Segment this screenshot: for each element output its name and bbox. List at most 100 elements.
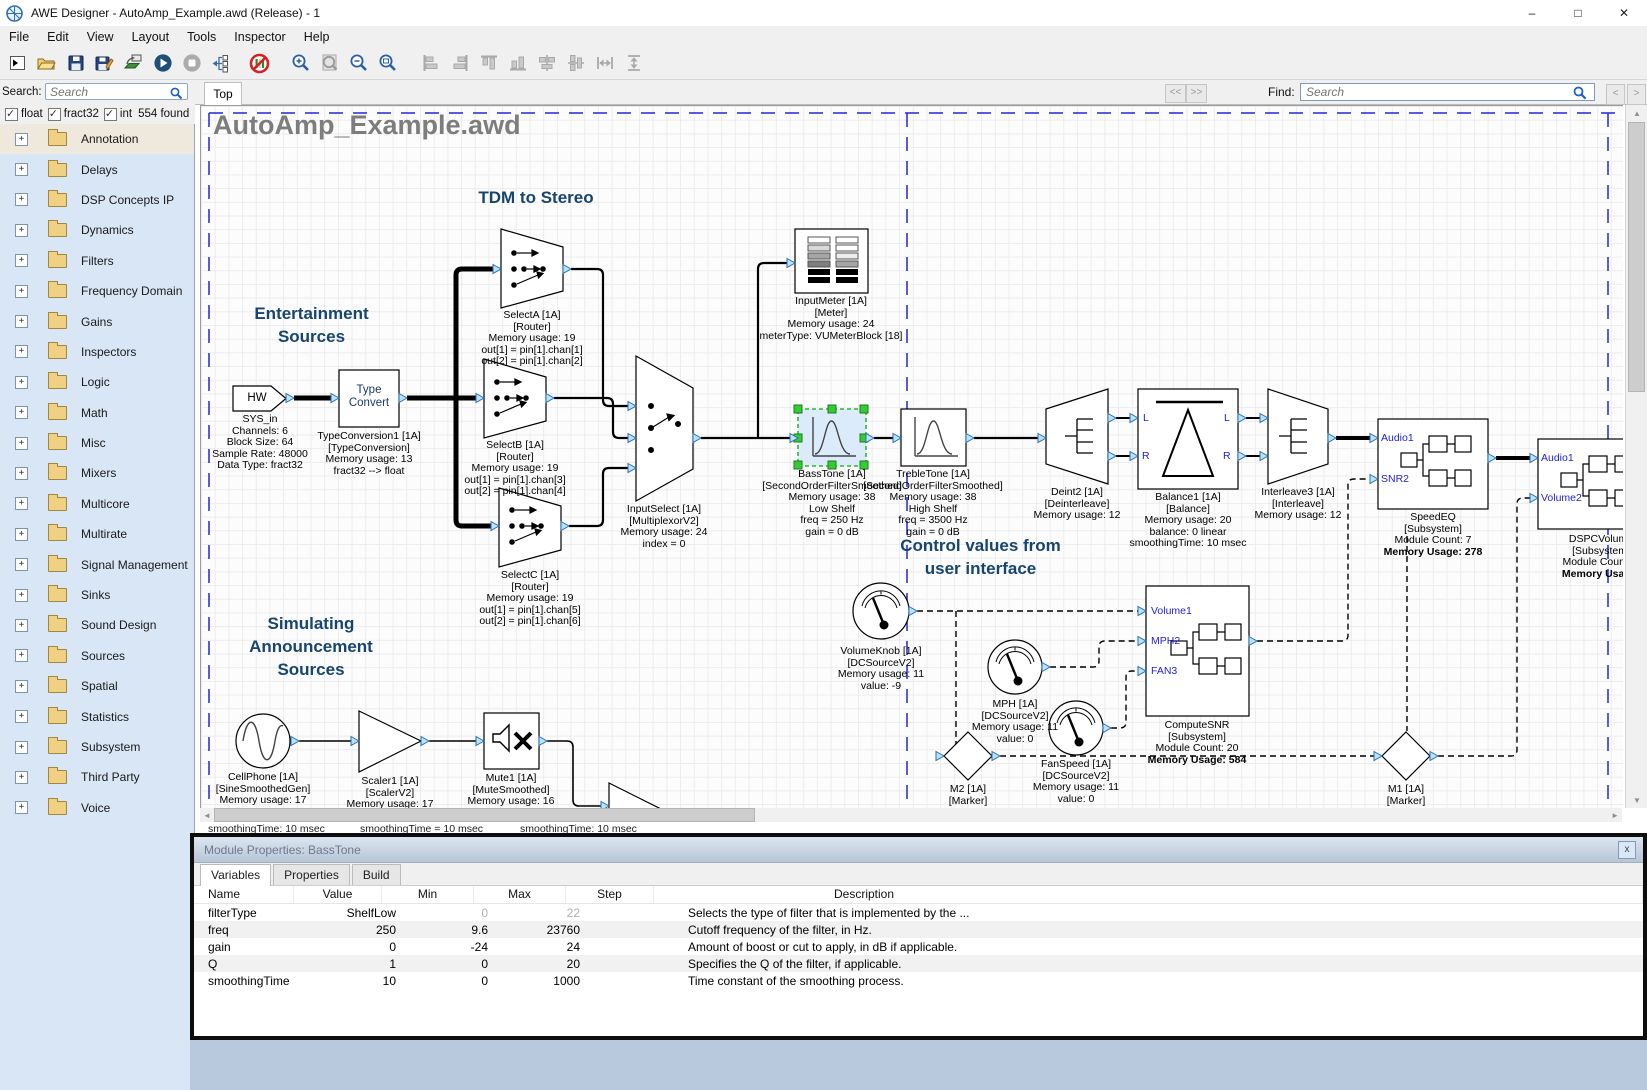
expand-icon[interactable]: + (15, 437, 28, 450)
sidebar-item-frequency-domain[interactable]: +Frequency Domain (0, 276, 194, 306)
sidebar-item-multirate[interactable]: +Multirate (0, 519, 194, 549)
menu-edit[interactable]: Edit (38, 30, 78, 44)
align-left-button[interactable] (417, 50, 444, 77)
sidebar-item-statistics[interactable]: +Statistics (0, 701, 194, 731)
value-cell[interactable]: 250 (308, 923, 396, 937)
menu-file[interactable]: File (0, 30, 38, 44)
expand-icon[interactable]: + (15, 558, 28, 571)
expand-icon[interactable]: + (15, 467, 28, 480)
sidebar-item-sound-design[interactable]: +Sound Design (0, 610, 194, 640)
expand-icon[interactable]: + (15, 528, 28, 541)
sidebar-item-third-party[interactable]: +Third Party (0, 762, 194, 792)
table-row[interactable]: Q 1 0 20 Specifies the Q of the filter, … (194, 955, 1643, 972)
menu-help[interactable]: Help (295, 30, 339, 44)
new-schematic-button[interactable] (4, 50, 31, 77)
expand-icon[interactable]: + (15, 133, 28, 146)
int-checkbox[interactable] (104, 108, 117, 121)
menu-tools[interactable]: Tools (178, 30, 225, 44)
block-m1-marker[interactable] (1382, 732, 1430, 780)
align-bottom-button[interactable] (504, 50, 531, 77)
block-selectc[interactable] (499, 488, 561, 567)
float-checkbox[interactable] (5, 108, 18, 121)
sidebar-item-delays[interactable]: +Delays (0, 154, 194, 184)
canvas-horizontal-scrollbar[interactable]: ◄ ► (200, 808, 1622, 822)
expand-icon[interactable]: + (15, 771, 28, 784)
vscroll-thumb[interactable] (1628, 122, 1645, 392)
find-next-button[interactable]: >> (1186, 84, 1207, 103)
zoom-window-button[interactable] (374, 50, 401, 77)
space-vertical-button[interactable] (620, 50, 647, 77)
sidebar-item-subsystem[interactable]: +Subsystem (0, 732, 194, 762)
sidebar-item-logic[interactable]: +Logic (0, 367, 194, 397)
block-basstone-selected[interactable] (794, 405, 868, 469)
table-row[interactable]: gain 0 -24 24 Amount of boost or cut to … (194, 938, 1643, 955)
panel-title-bar[interactable]: Module Properties: BassTone x (194, 837, 1643, 863)
find-input[interactable] (1300, 83, 1595, 101)
expand-icon[interactable]: + (15, 163, 28, 176)
halt-audio-button[interactable] (246, 50, 273, 77)
sidebar-item-dynamics[interactable]: +Dynamics (0, 215, 194, 245)
sidebar-item-math[interactable]: +Math (0, 398, 194, 428)
block-scaler2-clipped[interactable] (609, 783, 669, 809)
expand-icon[interactable]: + (15, 680, 28, 693)
table-row[interactable]: filterType ShelfLow 0 22 Selects the typ… (194, 904, 1643, 921)
expand-icon[interactable]: + (15, 741, 28, 754)
expand-icon[interactable]: + (15, 376, 28, 389)
menu-layout[interactable]: Layout (123, 30, 179, 44)
sidebar-item-spatial[interactable]: +Spatial (0, 671, 194, 701)
value-cell[interactable]: 10 (308, 974, 396, 988)
sidebar-item-dsp-concepts-ip[interactable]: +DSP Concepts IP (0, 185, 194, 215)
expand-icon[interactable]: + (15, 345, 28, 358)
expand-icon[interactable]: + (15, 710, 28, 723)
play-button[interactable] (149, 50, 176, 77)
sidebar-item-annotation[interactable]: +Annotation (0, 124, 194, 154)
expand-icon[interactable]: + (15, 193, 28, 206)
align-right-button[interactable] (446, 50, 473, 77)
nav-forward-button[interactable]: > (1627, 84, 1646, 105)
sidebar-item-misc[interactable]: +Misc (0, 428, 194, 458)
tab-variables[interactable]: Variables (200, 864, 271, 886)
sidebar-item-inspectors[interactable]: +Inspectors (0, 337, 194, 367)
align-center-h-button[interactable] (533, 50, 560, 77)
tab-properties[interactable]: Properties (273, 864, 350, 885)
build-run-button[interactable] (120, 50, 147, 77)
block-inputselect[interactable] (636, 356, 693, 501)
align-top-button[interactable] (475, 50, 502, 77)
sidebar-item-signal-management[interactable]: +Signal Management (0, 549, 194, 579)
sidebar-item-voice[interactable]: +Voice (0, 793, 194, 823)
expand-icon[interactable]: + (15, 224, 28, 237)
open-button[interactable] (33, 50, 60, 77)
sidebar-item-filters[interactable]: +Filters (0, 246, 194, 276)
expand-icon[interactable]: + (15, 497, 28, 510)
hscroll-thumb[interactable] (214, 808, 755, 822)
tab-top[interactable]: Top (204, 82, 242, 106)
expand-icon[interactable]: + (15, 285, 28, 298)
sidebar-item-mixers[interactable]: +Mixers (0, 458, 194, 488)
fract32-checkbox[interactable] (48, 108, 61, 121)
expand-icon[interactable]: + (15, 406, 28, 419)
expand-icon[interactable]: + (15, 589, 28, 602)
propagate-changes-button[interactable] (207, 50, 234, 77)
block-mute1[interactable] (484, 713, 539, 769)
block-cellphone[interactable] (236, 714, 290, 768)
scroll-left-icon[interactable]: ◄ (203, 811, 211, 820)
expand-icon[interactable]: + (15, 801, 28, 814)
expand-icon[interactable]: + (15, 315, 28, 328)
tab-build[interactable]: Build (352, 864, 401, 885)
zoom-in-button[interactable] (287, 50, 314, 77)
maximize-button[interactable]: □ (1555, 0, 1601, 26)
expand-icon[interactable]: + (15, 619, 28, 632)
sidebar-item-gains[interactable]: +Gains (0, 306, 194, 336)
block-scaler1[interactable] (359, 711, 421, 772)
canvas-vertical-scrollbar[interactable]: ▲ ▼ (1625, 105, 1647, 808)
expand-icon[interactable]: + (15, 254, 28, 267)
block-trebletone[interactable] (901, 409, 966, 466)
value-cell[interactable]: 0 (308, 940, 396, 954)
module-search-input[interactable] (45, 83, 188, 100)
menu-view[interactable]: View (78, 30, 123, 44)
minimize-button[interactable]: – (1509, 0, 1555, 26)
expand-icon[interactable]: + (15, 649, 28, 662)
panel-close-icon[interactable]: x (1618, 841, 1636, 859)
scroll-down-icon[interactable]: ▼ (1633, 796, 1641, 805)
block-balance1[interactable] (1138, 389, 1238, 489)
